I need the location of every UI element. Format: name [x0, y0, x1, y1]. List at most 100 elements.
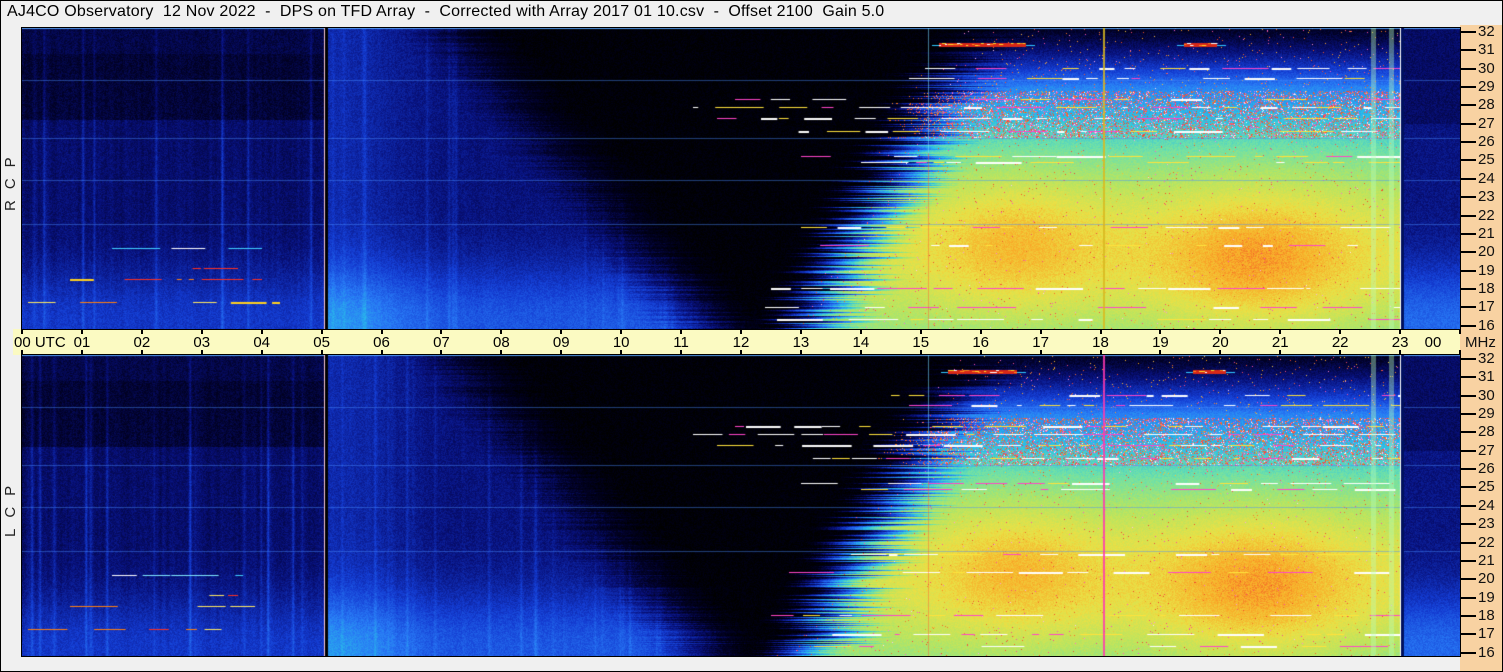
- time-tick-label: 00: [1424, 334, 1442, 351]
- freq-tick-label: 25: [1478, 151, 1495, 169]
- time-tick-label: 11: [673, 334, 689, 351]
- time-tick-label: 15: [912, 334, 930, 351]
- time-tick-label: 10: [612, 334, 630, 351]
- lcp-label: LCP: [2, 474, 19, 538]
- freq-tick-label: 30: [1478, 59, 1495, 77]
- freq-tick-label: 24: [1478, 169, 1495, 187]
- freq-tick-label: 27: [1478, 441, 1495, 459]
- time-tick-label: 16: [972, 334, 989, 351]
- freq-tick: [1461, 177, 1476, 180]
- freq-tick-label: 21: [1478, 551, 1495, 569]
- freq-tick: [1461, 287, 1476, 290]
- freq-tick-label: 19: [1478, 588, 1495, 606]
- time-tick-label: 09: [552, 334, 570, 351]
- freq-tick: [1461, 614, 1476, 617]
- freq-tick: [1461, 559, 1476, 562]
- freq-tick: [1461, 86, 1476, 89]
- freq-tick-label: 31: [1478, 41, 1495, 59]
- freq-tick-label: 18: [1478, 279, 1495, 297]
- freq-tick-label: 23: [1478, 515, 1495, 533]
- freq-tick-label: 19: [1478, 261, 1495, 279]
- time-tick-label: 21: [1271, 334, 1289, 351]
- freq-tick: [1461, 358, 1476, 360]
- spectrogram-canvas-rcp: [21, 27, 1461, 330]
- time-tick-top: [1459, 329, 1461, 334]
- freq-tick: [1461, 523, 1476, 526]
- freq-tick: [1461, 468, 1476, 471]
- time-tick-label: 06: [373, 334, 390, 351]
- freq-tick-label: 32: [1478, 23, 1495, 40]
- title-bar: AJ4CO Observatory 12 Nov 2022 - DPS on T…: [7, 3, 885, 20]
- freq-tick: [1461, 141, 1476, 144]
- freq-tick-label: 22: [1478, 533, 1495, 551]
- freq-tick: [1461, 486, 1476, 489]
- freq-tick: [1461, 596, 1476, 599]
- time-tick-label: 23: [1391, 334, 1409, 351]
- time-tick-label: 22: [1331, 334, 1349, 351]
- time-tick-label: 12: [732, 334, 750, 351]
- time-tick-label: 08: [492, 334, 510, 351]
- freq-tick-label: 21: [1478, 224, 1495, 242]
- freq-tick-label: 32: [1478, 350, 1495, 367]
- freq-tick-label: 17: [1478, 625, 1495, 643]
- freq-tick-label: 31: [1478, 368, 1495, 386]
- freq-tick-label: 22: [1478, 206, 1495, 224]
- freq-tick: [1461, 251, 1476, 254]
- freq-tick-label: 29: [1478, 78, 1495, 96]
- freq-tick-label: 17: [1478, 298, 1495, 316]
- freq-tick-label: 26: [1478, 460, 1495, 478]
- freq-tick-label: 25: [1478, 478, 1495, 496]
- time-tick-label: 03: [193, 334, 211, 351]
- freq-tick: [1461, 633, 1476, 636]
- freq-tick-label: 28: [1478, 96, 1495, 114]
- freq-tick: [1461, 31, 1476, 33]
- freq-tick: [1461, 196, 1476, 199]
- freq-tick: [1461, 104, 1476, 107]
- time-tick-label: 05: [313, 334, 330, 351]
- time-tick-label: 02: [133, 334, 151, 351]
- freq-tick-label: 20: [1478, 243, 1495, 261]
- freq-tick-label: 23: [1478, 188, 1495, 206]
- freq-tick: [1461, 651, 1476, 654]
- time-tick-label: 14: [852, 334, 870, 351]
- time-tick-label: 13: [792, 334, 810, 351]
- freq-tick: [1461, 214, 1476, 217]
- time-tick-label: 07: [433, 334, 450, 351]
- freq-tick-label: 24: [1478, 496, 1495, 514]
- freq-tick: [1461, 578, 1476, 581]
- freq-tick-label: 16: [1478, 643, 1495, 661]
- time-tick-label: 00 UTC: [14, 334, 66, 351]
- time-tick-label: 17: [1032, 334, 1049, 351]
- rcp-label: RCP: [2, 146, 19, 212]
- freq-tick: [1461, 49, 1476, 52]
- freq-tick: [1461, 306, 1476, 309]
- freq-tick: [1461, 541, 1476, 544]
- freq-tick: [1461, 394, 1476, 397]
- freq-tick: [1461, 122, 1476, 125]
- freq-tick: [1461, 324, 1476, 327]
- freq-tick-label: 29: [1478, 405, 1495, 423]
- time-axis: 00 UTC 01 02 03 04 05 06 07 08 09 10 11 12 13 14 15 16 17…: [13, 329, 1461, 355]
- freq-tick-label: 27: [1478, 114, 1495, 132]
- spectrogram-canvas-lcp: [21, 354, 1461, 657]
- freq-tick: [1461, 413, 1476, 416]
- freq-tick-label: 28: [1478, 423, 1495, 441]
- freq-tick-label: 26: [1478, 133, 1495, 151]
- freq-tick: [1461, 504, 1476, 507]
- freq-tick: [1461, 376, 1476, 379]
- freq-tick: [1461, 67, 1476, 70]
- time-tick-label: 04: [253, 334, 270, 351]
- freq-tick-label: 20: [1478, 570, 1495, 588]
- freq-tick: [1461, 269, 1476, 272]
- time-tick-label: 18: [1092, 334, 1109, 351]
- freq-tick: [1461, 431, 1476, 434]
- time-tick-label: 20: [1211, 334, 1229, 351]
- mhz-unit-label: MHz: [1465, 334, 1496, 351]
- spectrogram-viewer: AJ4CO Observatory 12 Nov 2022 - DPS on T…: [0, 0, 1503, 672]
- freq-tick: [1461, 232, 1476, 235]
- time-tick-label: 01: [73, 334, 91, 351]
- freq-tick: [1461, 449, 1476, 452]
- freq-tick: [1461, 159, 1476, 162]
- freq-tick-label: 30: [1478, 386, 1495, 404]
- freq-tick-label: 18: [1478, 606, 1495, 624]
